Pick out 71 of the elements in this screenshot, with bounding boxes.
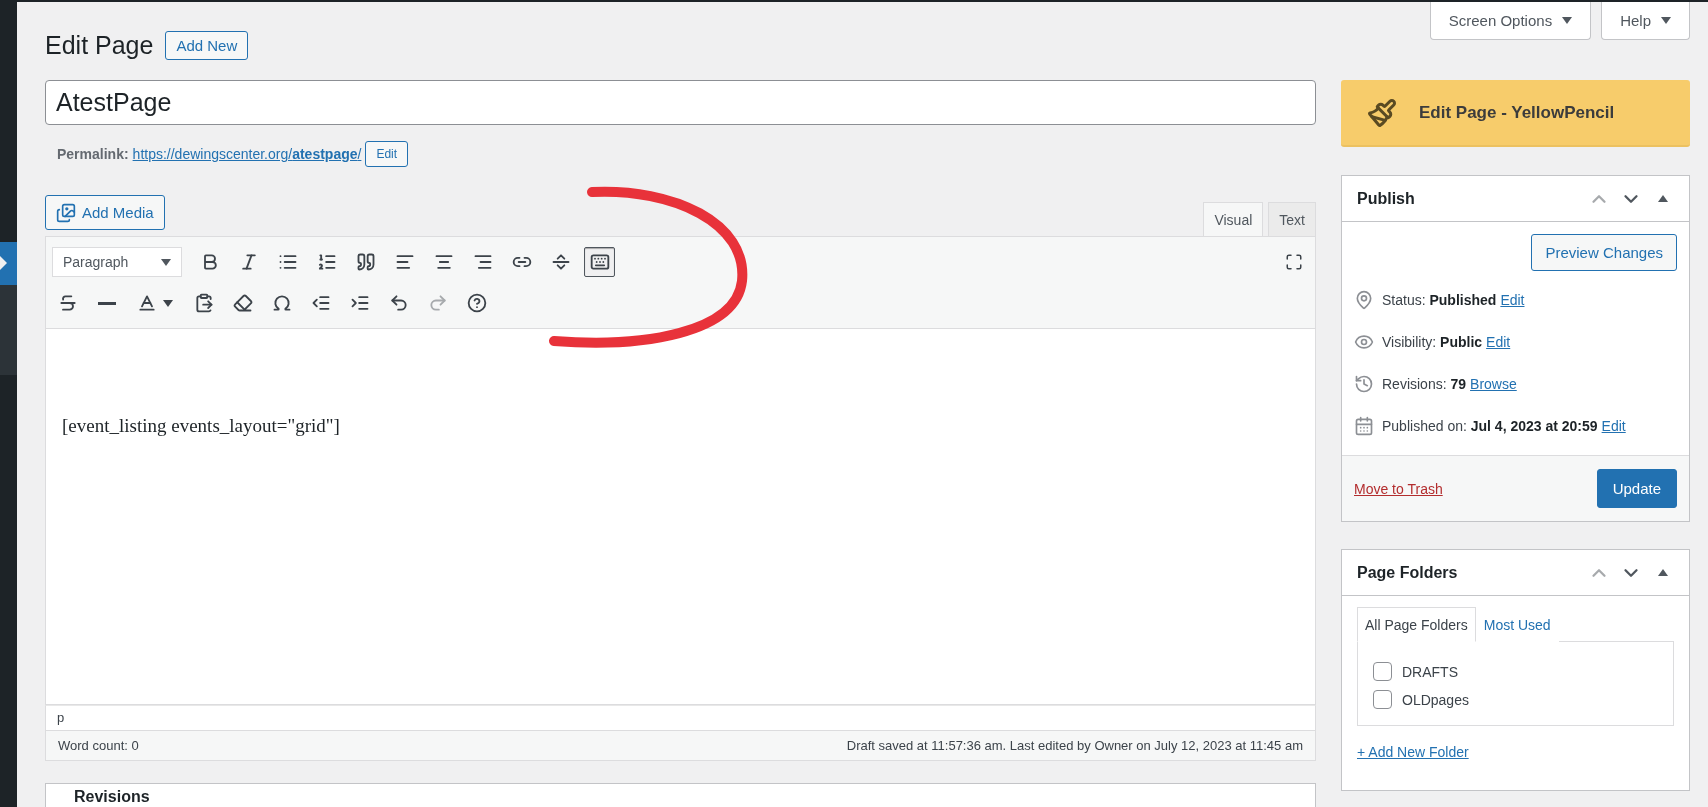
- clipboard-icon: [193, 293, 214, 313]
- format-select[interactable]: Paragraph: [52, 247, 182, 277]
- yellowpencil-button[interactable]: Edit Page - YellowPencil: [1341, 80, 1690, 147]
- element-path[interactable]: p: [57, 710, 65, 725]
- screen-meta-tab[interactable]: Help: [1601, 2, 1690, 40]
- publish-info: Published on: Jul 4, 2023 at 20:59 Edit: [1382, 418, 1626, 434]
- toolbar-toggle-button[interactable]: [584, 247, 615, 277]
- caret-icon: [161, 258, 171, 266]
- triangle-up-icon: [1658, 569, 1668, 576]
- triangle-up-icon: [1658, 195, 1668, 202]
- calendar-icon: [1354, 416, 1374, 436]
- add-media-button[interactable]: Add Media: [45, 195, 165, 230]
- update-button[interactable]: Update: [1596, 469, 1677, 508]
- permalink-label: Permalink:: [57, 146, 129, 162]
- align-right-icon: [472, 252, 493, 272]
- eye-icon: [1354, 332, 1374, 352]
- edit-link[interactable]: Edit: [1500, 292, 1525, 308]
- numbered-list-icon: [316, 252, 337, 272]
- history-icon: [1354, 374, 1374, 394]
- title-field[interactable]: AtestPage: [45, 80, 1316, 125]
- separator-icon: [550, 252, 571, 272]
- omega-icon: [271, 293, 292, 313]
- shortcode-text: [event_listing events_layout="grid"]: [62, 415, 341, 437]
- page-heading: Edit Page: [45, 31, 154, 60]
- folder-tab[interactable]: All Page Folders: [1357, 607, 1476, 642]
- undo-icon: [388, 293, 409, 313]
- folder-name: DRAFTS: [1402, 663, 1458, 680]
- align-center-icon: [433, 252, 454, 272]
- add-new-button[interactable]: Add New: [165, 31, 249, 60]
- indent-icon: [349, 293, 370, 313]
- editor-tab[interactable]: Text: [1268, 202, 1316, 237]
- permalink-link[interactable]: https://dewingscenter.org/atestpage/: [132, 146, 362, 162]
- outdent-icon: [310, 293, 331, 313]
- folder-name: OLDpages: [1402, 691, 1469, 708]
- editor-content[interactable]: [event_listing events_layout="grid"]: [45, 329, 1316, 705]
- edit-link[interactable]: Browse: [1470, 376, 1517, 392]
- panel-title: Publish: [1357, 189, 1415, 208]
- panel-title: Revisions: [74, 788, 150, 806]
- publish-info: Status: Published Edit: [1382, 292, 1525, 308]
- caret-icon: [1661, 17, 1671, 24]
- move-to-trash-link[interactable]: Move to Trash: [1354, 480, 1443, 497]
- save-status: Draft saved at 11:57:36 am. Last edited by Owner on July 12, 2023 at 11:45 am: [846, 738, 1303, 753]
- caret-icon: [163, 299, 173, 307]
- word-count: Word count: 0: [58, 738, 139, 753]
- align-left-icon: [394, 252, 415, 272]
- text-color-icon: [137, 293, 157, 313]
- media-icon: [56, 202, 76, 223]
- publish-info: Visibility: Public Edit: [1382, 334, 1511, 350]
- caret-icon: [1562, 17, 1573, 24]
- folder-checkbox[interactable]: [1373, 662, 1392, 681]
- redo-icon: [427, 293, 448, 313]
- screen-meta-tab[interactable]: Screen Options: [1429, 2, 1592, 40]
- help-icon: [466, 293, 487, 313]
- horizontal-line-icon: [97, 301, 116, 305]
- fullscreen-icon: [1284, 253, 1303, 271]
- eraser-icon: [232, 293, 253, 313]
- panel-title: Page Folders: [1357, 563, 1458, 582]
- edit-link[interactable]: Edit: [1486, 334, 1511, 350]
- pin-icon: [1354, 290, 1374, 310]
- keyboard-icon: [589, 252, 610, 272]
- permalink-edit-button[interactable]: Edit: [365, 141, 409, 167]
- bullet-list-icon: [277, 252, 298, 272]
- add-folder-link[interactable]: + Add New Folder: [1357, 744, 1469, 760]
- publish-info: Revisions: 79 Browse: [1382, 376, 1517, 392]
- edit-link[interactable]: Edit: [1601, 418, 1626, 434]
- quote-icon: [355, 252, 376, 272]
- preview-changes-button[interactable]: Preview Changes: [1531, 234, 1677, 271]
- paintbrush-icon: [1367, 97, 1397, 128]
- folder-checkbox[interactable]: [1373, 690, 1392, 709]
- editor-tab[interactable]: Visual: [1203, 202, 1264, 237]
- admin-menu-item[interactable]: [0, 242, 17, 285]
